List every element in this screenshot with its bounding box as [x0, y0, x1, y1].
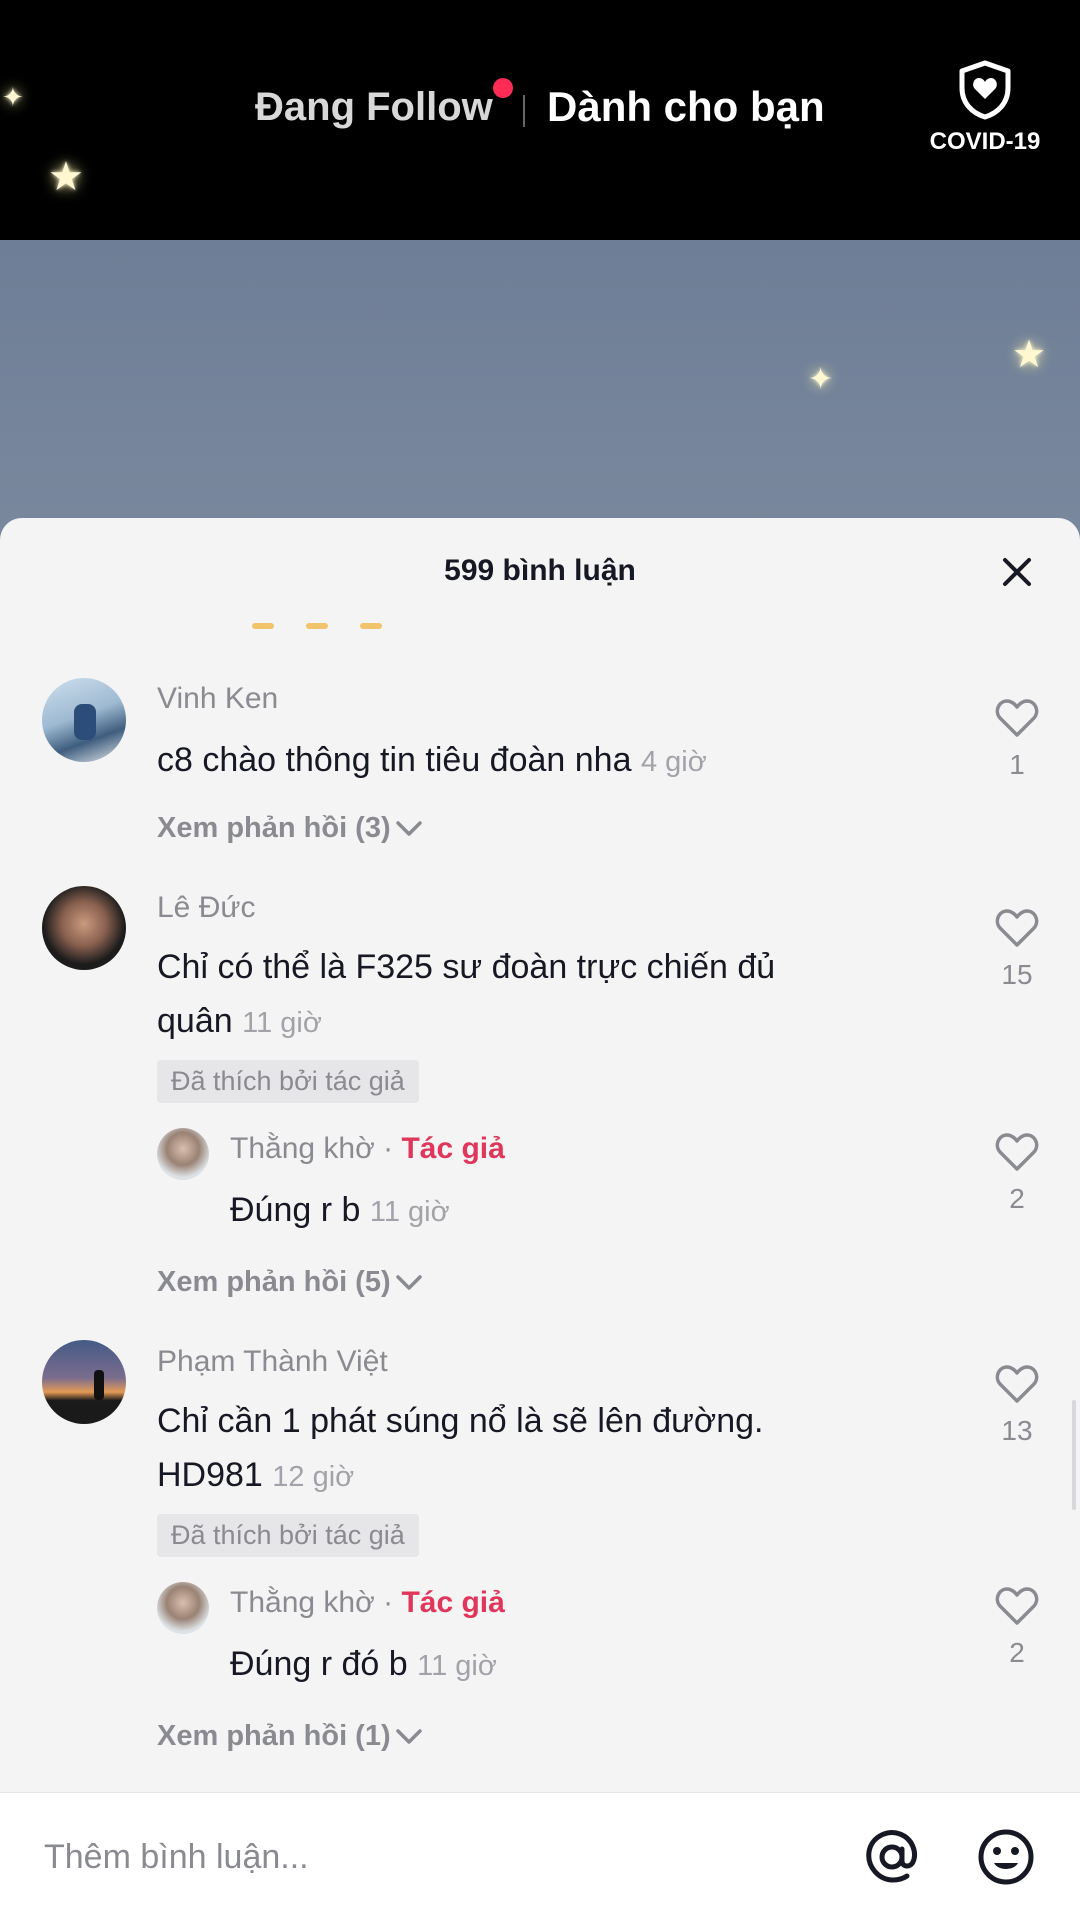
live-indicator-dot	[493, 78, 513, 98]
tab-for-you[interactable]: Dành cho bạn	[547, 83, 825, 131]
avatar[interactable]	[157, 1582, 209, 1634]
comments-count-title: 599 bình luận	[444, 554, 636, 587]
close-icon[interactable]	[995, 550, 1039, 594]
view-replies-label: Xem phản hồi (3)	[157, 812, 391, 844]
comment-text: Chỉ có thể là F325 sư đoàn trực chiến đủ…	[157, 940, 917, 1050]
like-button[interactable]: 1	[982, 698, 1052, 781]
shield-heart-icon	[959, 60, 1011, 120]
covid-label: COVID-19	[929, 128, 1041, 155]
tab-following[interactable]: Đang Follow	[255, 85, 493, 130]
comment-username[interactable]: Vinh Ken	[157, 682, 278, 716]
comment-body-line2: quân	[157, 1002, 233, 1040]
comment-time: 4 giờ	[640, 746, 707, 778]
reply-text: Đúng r đó b 11 giờ	[230, 1637, 497, 1693]
separator-dot: ·	[383, 1586, 394, 1619]
reply-username-row: Thằng khờ · Tác giả	[230, 1132, 505, 1166]
reply-body: Đúng r b	[230, 1191, 361, 1229]
like-count: 1	[1009, 749, 1025, 780]
reply-time: 11 giờ	[369, 1196, 450, 1228]
avatar[interactable]	[42, 678, 126, 762]
chevron-down-icon	[395, 1729, 422, 1745]
separator-dot: ·	[383, 1132, 394, 1165]
like-button[interactable]: 2	[982, 1132, 1052, 1215]
chevron-down-icon	[395, 821, 422, 837]
chevron-down-icon	[395, 1275, 422, 1291]
covid-button[interactable]: COVID-19	[925, 60, 1045, 156]
comment-input[interactable]	[44, 1829, 804, 1885]
reply-time: 11 giờ	[417, 1650, 497, 1682]
comment-input-bar	[0, 1792, 1080, 1920]
emoji-row-fragment	[252, 616, 432, 629]
star-decoration: ✦	[2, 82, 24, 112]
star-decoration: ★	[48, 155, 84, 199]
heart-outline-icon	[995, 1133, 1039, 1171]
video-background[interactable]: ✦ ★	[0, 240, 1080, 540]
heart-outline-icon	[995, 699, 1039, 737]
emoji-icon[interactable]	[976, 1827, 1036, 1887]
view-replies-label: Xem phản hồi (5)	[157, 1266, 391, 1298]
avatar[interactable]	[42, 1340, 126, 1424]
comment-text: c8 chào thông tin tiêu đoàn nha 4 giờ	[157, 733, 707, 789]
view-replies-label: Xem phản hồi (1)	[157, 1720, 391, 1752]
view-replies-link[interactable]: Xem phản hồi (1)	[157, 1720, 423, 1753]
reply-username[interactable]: Thằng khờ	[230, 1586, 375, 1619]
tab-divider	[523, 95, 525, 127]
view-replies-link[interactable]: Xem phản hồi (5)	[157, 1266, 423, 1299]
reply-text: Đúng r b 11 giờ	[230, 1183, 450, 1239]
author-tag: Tác giả	[401, 1586, 505, 1619]
reply-username[interactable]: Thằng khờ	[230, 1132, 375, 1165]
avatar[interactable]	[42, 886, 126, 970]
like-button[interactable]: 2	[982, 1586, 1052, 1669]
like-count: 2	[1009, 1183, 1025, 1214]
comment-body-line2: HD981	[157, 1456, 263, 1494]
avatar[interactable]	[157, 1128, 209, 1180]
scrollbar[interactable]	[1072, 1400, 1076, 1510]
liked-by-author-badge: Đã thích bởi tác giả	[157, 1514, 419, 1557]
like-count: 15	[1001, 959, 1033, 990]
liked-by-author-badge: Đã thích bởi tác giả	[157, 1060, 419, 1103]
author-tag: Tác giả	[401, 1132, 505, 1165]
comment-body: c8 chào thông tin tiêu đoàn nha	[157, 741, 632, 779]
star-decoration: ★	[1012, 334, 1047, 376]
like-count: 2	[1009, 1637, 1025, 1668]
comment-text: Chỉ cần 1 phát súng nổ là sẽ lên đường. …	[157, 1394, 937, 1504]
top-bar: Đang Follow Dành cho bạn COVID-19 ✦ ★	[0, 0, 1080, 240]
heart-outline-icon	[995, 1587, 1039, 1625]
like-count: 13	[1001, 1415, 1033, 1446]
at-mention-icon[interactable]	[862, 1827, 922, 1887]
reply-username-row: Thằng khờ · Tác giả	[230, 1586, 505, 1620]
like-button[interactable]: 15	[982, 908, 1052, 991]
comment-time: 12 giờ	[272, 1461, 355, 1493]
comment-body-line1: Chỉ cần 1 phát súng nổ là sẽ lên đường.	[157, 1402, 764, 1440]
view-replies-link[interactable]: Xem phản hồi (3)	[157, 812, 423, 845]
star-decoration: ✦	[808, 363, 834, 396]
heart-outline-icon	[995, 909, 1039, 947]
comment-time: 11 giờ	[242, 1007, 322, 1039]
heart-outline-icon	[995, 1365, 1039, 1403]
comment-username[interactable]: Lê Đức	[157, 891, 255, 925]
comment-body-line1: Chỉ có thể là F325 sư đoàn trực chiến đủ	[157, 948, 776, 986]
like-button[interactable]: 13	[982, 1364, 1052, 1447]
reply-body: Đúng r đó b	[230, 1645, 408, 1683]
comments-sheet: 599 bình luận Vinh Ken c8 chào thông tin…	[0, 518, 1080, 1920]
comment-username[interactable]: Phạm Thành Việt	[157, 1345, 388, 1379]
